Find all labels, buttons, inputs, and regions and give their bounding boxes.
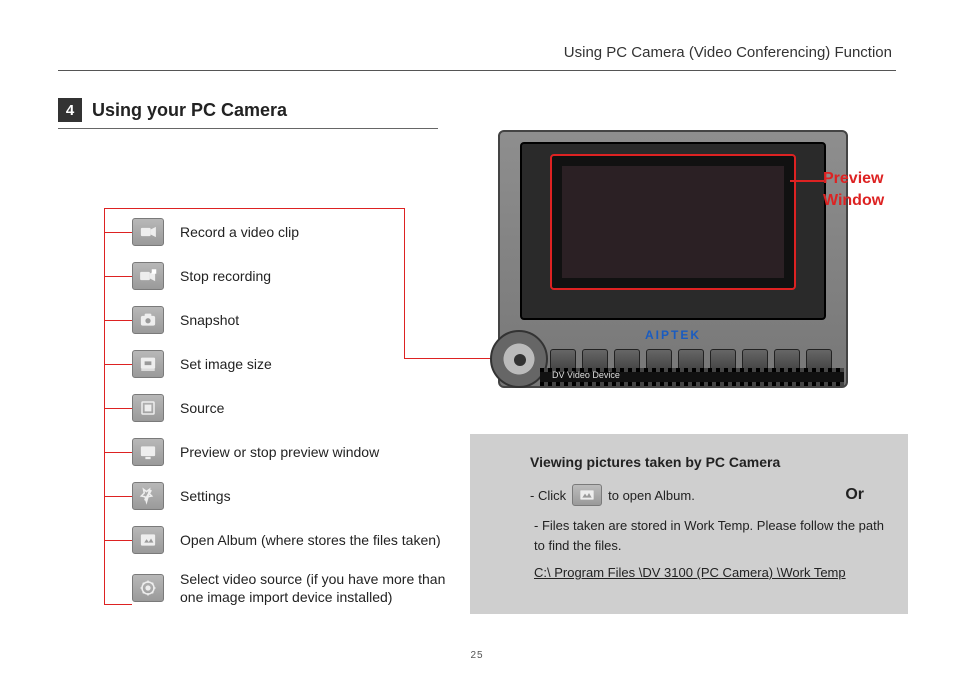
icon-label: Open Album (where stores the files taken…: [180, 532, 441, 548]
callout-line: [104, 364, 132, 365]
infobox-stored-text: - Files taken are stored in Work Temp. P…: [534, 516, 890, 555]
album-icon: [572, 484, 602, 506]
list-item: Stop recording: [132, 262, 470, 290]
icon-label: Snapshot: [180, 312, 239, 328]
monitor-face: [520, 142, 826, 320]
list-item: Source: [132, 394, 470, 422]
infobox-title: Viewing pictures taken by PC Camera: [530, 454, 890, 470]
callout-line: [104, 208, 404, 209]
list-item: Open Album (where stores the files taken…: [132, 526, 470, 554]
callout-line: [104, 408, 132, 409]
icon-label: Set image size: [180, 356, 272, 372]
stop-icon: [132, 262, 164, 290]
callout-line: [790, 180, 824, 182]
list-item: Select video source (if you have more th…: [132, 570, 470, 606]
settings-icon: [132, 482, 164, 510]
section-number-badge: 4: [58, 98, 82, 122]
image-size-icon: [132, 350, 164, 378]
work-temp-path: C:\ Program Files \DV 3100 (PC Camera) \…: [534, 565, 890, 580]
viewing-pictures-box: Viewing pictures taken by PC Camera - Cl…: [470, 434, 908, 614]
callout-line: [104, 452, 132, 453]
toolbar-legend: Record a video clip Stop recording Snaps…: [132, 218, 470, 606]
page-number: 25: [0, 650, 954, 661]
infobox-row: - Click to open Album. Or: [530, 484, 890, 506]
section-rule: [58, 128, 438, 129]
source-icon: [132, 394, 164, 422]
list-item: Snapshot: [132, 306, 470, 334]
callout-line: [104, 496, 132, 497]
film-label: DV Video Device: [552, 370, 620, 380]
callout-text: Window: [823, 192, 884, 210]
list-item: Record a video clip: [132, 218, 470, 246]
breadcrumb: Using PC Camera (Video Conferencing) Fun…: [564, 44, 892, 61]
icon-label: Source: [180, 400, 224, 416]
preview-window: [562, 166, 784, 278]
select-source-icon: [132, 574, 164, 602]
section-heading: 4 Using your PC Camera: [58, 98, 287, 122]
section-title: Using your PC Camera: [92, 100, 287, 121]
album-icon: [132, 526, 164, 554]
click-prefix: - Click: [530, 488, 566, 503]
callout-line: [104, 276, 132, 277]
callout-line: [104, 540, 132, 541]
icon-label: Stop recording: [180, 268, 271, 284]
callout-line: [104, 320, 132, 321]
monitor-illustration: AIPTEK: [498, 130, 848, 388]
icon-label: Settings: [180, 488, 231, 504]
list-item: Settings: [132, 482, 470, 510]
callout-line: [104, 604, 132, 605]
or-text: Or: [845, 486, 864, 504]
click-suffix: to open Album.: [608, 488, 695, 503]
snapshot-icon: [132, 306, 164, 334]
icon-label: Record a video clip: [180, 224, 299, 240]
list-item: Preview or stop preview window: [132, 438, 470, 466]
header-rule: [58, 70, 896, 71]
record-icon: [132, 218, 164, 246]
list-item: Set image size: [132, 350, 470, 378]
icon-label: Select video source (if you have more th…: [180, 570, 470, 606]
callout-line: [104, 208, 105, 604]
brand-label: AIPTEK: [500, 328, 846, 342]
callout-line: [104, 232, 132, 233]
preview-icon: [132, 438, 164, 466]
icon-label: Preview or stop preview window: [180, 444, 379, 460]
preview-window-frame: [550, 154, 796, 290]
callout-text: Preview: [823, 170, 883, 188]
